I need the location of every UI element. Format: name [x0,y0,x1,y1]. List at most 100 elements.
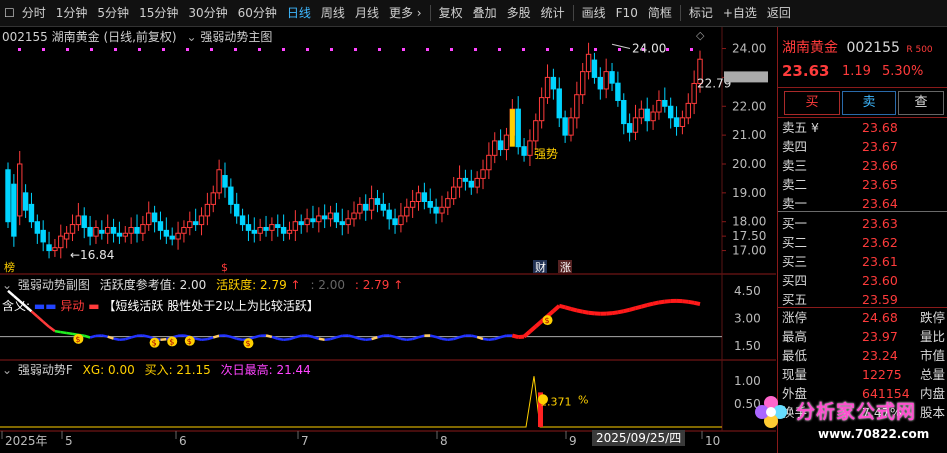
stock-name: 湖南黄金 [782,40,838,56]
chevron-down-icon[interactable]: ⌄ [186,30,196,44]
bid-label: 买二 [782,235,808,250]
btn-multi[interactable]: 多股 [502,0,536,26]
candle-body [474,177,480,188]
tab-monthly[interactable]: 月线 [350,0,384,26]
toolbar: ☐ 分时 1分钟 5分钟 15分钟 30分钟 60分钟 日线 周线 月线 更多 › 复权 叠加 多股 统计画… [0,0,947,27]
bid-row[interactable]: 买三 23.61 [778,253,947,271]
book-midline [778,211,947,212]
money-bag-icon: $ [152,339,157,348]
tab-15min[interactable]: 15分钟 [134,0,183,26]
signal-dot [234,48,237,51]
tab-daily[interactable]: 日线 [282,0,316,26]
candle-body [650,111,656,122]
main-indicator-name[interactable]: 强弱动势主图 [200,30,272,44]
legend-desc: 股性处于2以上为比较活跃】 [167,299,319,313]
money-bag-icon: $ [75,335,80,344]
btn-stats[interactable]: 统计 [536,0,570,26]
toolbar-divider [679,5,681,21]
candle-body [251,229,258,234]
activity-segment [693,300,701,307]
bid-row[interactable]: 买一 23.63 [778,215,947,233]
candle-body [110,226,117,234]
activity-segment [371,336,378,341]
ask-row[interactable]: 卖三 23.66 [778,157,947,175]
sub2-indicator-name[interactable]: 强弱动势F [18,363,73,377]
btn-add-fav[interactable]: +自选 [718,0,762,26]
tab-5min[interactable]: 5分钟 [92,0,134,26]
candle-body [310,218,316,223]
strong-signal-label: 强势 [534,147,558,161]
btn-back[interactable]: 返回 [762,0,796,26]
candle-body [216,169,222,194]
quote-header: 湖南黄金 002155 R 500 [782,37,933,57]
signal-dot [618,48,621,51]
activity-segment [324,337,331,342]
candle-body [691,82,697,104]
candle-body [280,226,287,234]
candle-body [538,97,545,122]
sell-button[interactable]: 卖 [842,91,896,115]
candle-body [363,203,369,211]
activity-segment [528,324,538,334]
btn-overlay[interactable]: 叠加 [468,0,502,26]
chart-area[interactable]: 24.00←16.8422.79强势榜$财涨◇ 24.0023.0022.002… [0,27,776,453]
signal-dot [594,48,597,51]
candle-body [456,177,463,188]
buy-button[interactable]: 买 [784,91,840,115]
bid-row[interactable]: 买四 23.60 [778,272,947,290]
annotation-pct: % [578,393,588,406]
sub-indicator-name[interactable]: 强弱动势副图 [18,278,90,292]
candle-body [392,218,398,226]
activity-segment [119,337,126,341]
activity-segment [482,337,490,342]
bid-price: 23.61 [862,254,898,269]
signal-dot [18,48,21,51]
candle-body [151,212,158,223]
activity-segment [611,310,619,316]
activity-segment [359,337,366,342]
bid-label: 买一 [782,216,808,231]
stock-tag: R 500 [906,45,933,55]
activity-segment [318,337,325,342]
diamond-icon: ◇ [696,29,705,42]
btn-fuquan[interactable]: 复权 [434,0,468,26]
candle-body [550,76,557,90]
tab-30min[interactable]: 30分钟 [183,0,232,26]
candle-body [533,120,539,142]
activity-segment [306,334,314,339]
activity-segment [617,309,625,315]
query-button[interactable]: 查 [898,91,944,115]
btn-draw[interactable]: 画线 [577,0,611,26]
signal-dot [450,48,453,51]
btn-mark[interactable]: 标记 [684,0,718,26]
ask-row[interactable]: 卖五 ¥ 23.68 [778,119,947,137]
candle-body [34,221,41,234]
tab-fenshi[interactable]: 分时 [17,0,51,26]
btn-simple[interactable]: 简框 [643,0,677,26]
bid-row[interactable]: 买二 23.62 [778,234,947,252]
activity-segment [664,299,671,304]
ask-row[interactable]: 卖二 23.65 [778,176,947,194]
chevron-down-icon[interactable]: ⌄ [2,363,12,377]
signal-dot [138,48,141,51]
candle-body [187,221,193,228]
cai-marker: 财 [535,260,546,274]
checkbox-icon[interactable]: ☐ [0,0,17,26]
tab-weekly[interactable]: 周线 [316,0,350,26]
stat-value: 23.24 [862,348,898,363]
activity-segment [476,335,484,341]
activity-segment [36,315,45,323]
candle-body [28,203,35,223]
activity-segment [89,334,97,339]
activity-segment [687,299,695,305]
activity-segment [42,320,50,328]
tab-more[interactable]: 更多 › [384,0,427,26]
tab-1min[interactable]: 1分钟 [51,0,93,26]
candle-body [427,201,433,208]
ask-row[interactable]: 卖四 23.67 [778,138,947,156]
btn-f10[interactable]: F10 [611,0,643,26]
chevron-down-icon[interactable]: ⌄ [2,278,12,292]
signal-dot [258,48,261,51]
activity-segment [582,309,589,315]
tab-60min[interactable]: 60分钟 [233,0,282,26]
